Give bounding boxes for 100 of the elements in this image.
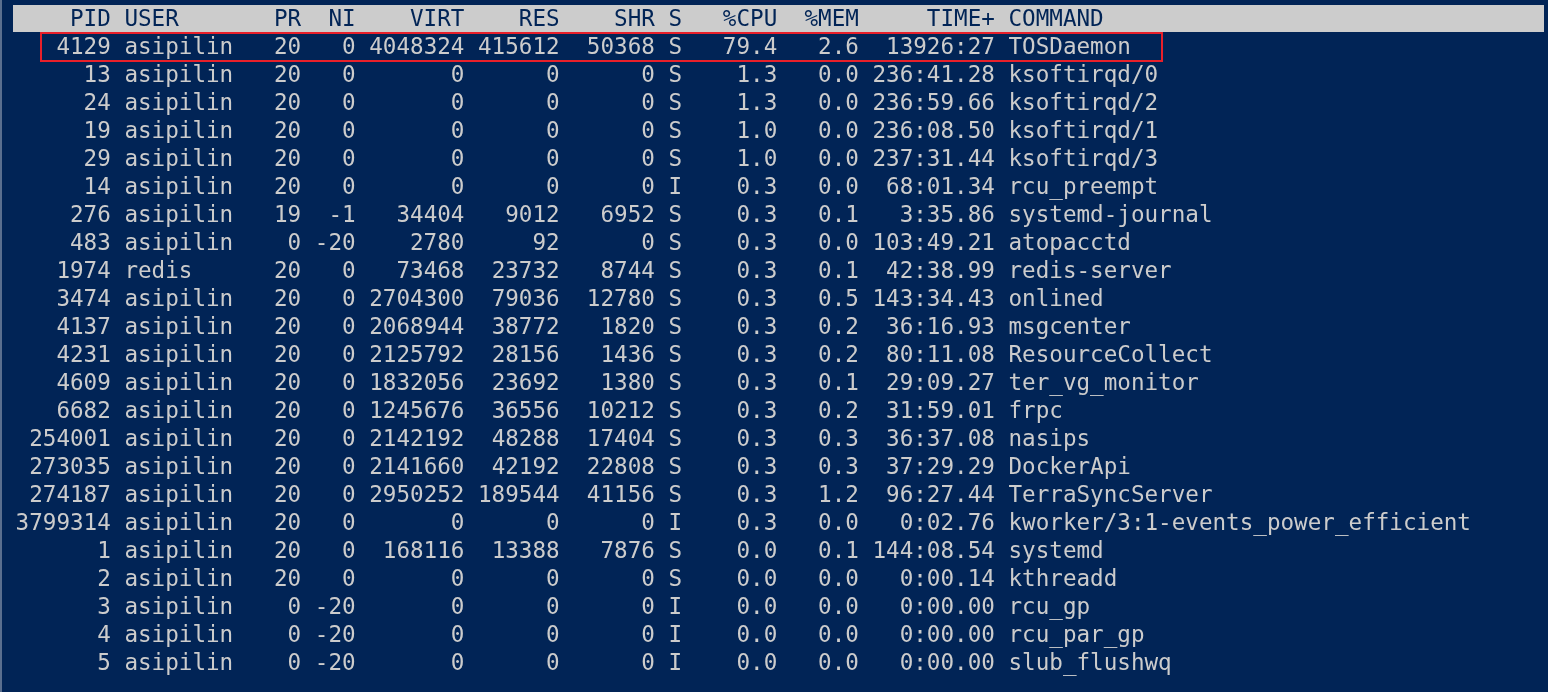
table-cell-text: 0 — [341, 480, 356, 508]
table-cell-text: 20 — [273, 144, 302, 172]
table-cell-text: 0 — [640, 592, 655, 620]
table-cell-text: 13388 — [490, 536, 560, 564]
table-cell-text: 14 — [82, 172, 111, 200]
table-cell-text: 103:49.21 — [871, 228, 995, 256]
table-cell-text: 1.0 — [735, 144, 778, 172]
table-cell-text: 36556 — [490, 396, 560, 424]
table-cell-text: asipilin — [123, 284, 235, 312]
column-header: USER — [123, 5, 180, 32]
table-cell-text: 0.0 — [817, 648, 859, 676]
table-cell-text: 23732 — [490, 256, 560, 284]
table-cell-text: I — [667, 508, 684, 536]
table-cell-text: 0 — [449, 88, 465, 116]
table-cell-text: rcu_gp — [1007, 592, 1091, 620]
table-cell-text: asipilin — [123, 452, 235, 480]
table-cell-text: 0.0 — [735, 648, 778, 676]
table-cell-text: S — [667, 116, 684, 144]
table-cell-text: 0 — [545, 564, 560, 592]
table-cell-text: 2950252 — [368, 480, 465, 508]
table-cell-text: I — [667, 620, 684, 648]
table-cell-text: 0 — [545, 144, 560, 172]
table-cell-text: 0.0 — [817, 228, 859, 256]
table-cell-text: 79036 — [490, 284, 560, 312]
table-cell-text: asipilin — [123, 144, 235, 172]
table-cell-text: 0 — [640, 620, 655, 648]
table-cell-text: ResourceCollect — [1007, 340, 1213, 368]
table-cell-text: asipilin — [123, 536, 235, 564]
table-cell-text: 68:01.34 — [885, 172, 995, 200]
table-cell-text: -20 — [313, 228, 356, 256]
table-cell-text: 79.4 — [721, 32, 778, 60]
table-cell-text: ksoftirqd/1 — [1007, 116, 1159, 144]
table-cell-text: 0 — [449, 172, 465, 200]
table-cell-text: -1 — [327, 200, 356, 228]
table-cell-text: 3799314 — [14, 508, 111, 536]
table-cell-text: S — [667, 564, 684, 592]
table-cell-text: 4609 — [55, 368, 111, 396]
table-cell-text: 0 — [341, 396, 356, 424]
table-cell-text: I — [667, 172, 684, 200]
column-header: COMMAND — [1007, 5, 1104, 32]
table-cell-text: 7876 — [599, 536, 655, 564]
table-cell-text: 0 — [640, 508, 655, 536]
table-cell-text: onlined — [1007, 284, 1104, 312]
table-cell-text: 20 — [273, 256, 302, 284]
table-cell-text: 1.3 — [735, 60, 778, 88]
table-cell-text: 0:00.00 — [898, 620, 995, 648]
table-cell-text: S — [667, 480, 684, 508]
table-cell-text: -20 — [313, 648, 356, 676]
table-cell-text: 20 — [273, 60, 302, 88]
table-cell-text: 0 — [640, 228, 655, 256]
table-cell-text: I — [667, 648, 684, 676]
table-cell-text: asipilin — [123, 228, 235, 256]
table-cell-text: 0 — [545, 88, 560, 116]
column-header: %MEM — [803, 5, 859, 32]
table-cell-text: 0.0 — [735, 592, 778, 620]
table-cell-text: 0.3 — [735, 396, 778, 424]
table-cell-text: 0 — [449, 508, 465, 536]
table-cell-text: 23692 — [490, 368, 560, 396]
table-cell-text: S — [667, 396, 684, 424]
table-cell-text: 0.3 — [817, 452, 859, 480]
table-cell-text: 0.3 — [735, 172, 778, 200]
table-cell-text: 189544 — [477, 480, 560, 508]
table-cell-text: redis — [123, 256, 194, 284]
column-header: S — [667, 5, 684, 32]
table-cell-text: 0 — [341, 172, 356, 200]
table-cell-text: 42192 — [490, 452, 560, 480]
table-cell-text: S — [667, 60, 684, 88]
table-cell-text: asipilin — [123, 312, 235, 340]
table-cell-text: 415612 — [477, 32, 560, 60]
table-cell-text: 20 — [273, 368, 302, 396]
table-cell-text: 483 — [69, 228, 111, 256]
table-cell-text: 0 — [449, 592, 465, 620]
table-cell-text: asipilin — [123, 424, 235, 452]
table-cell-text: S — [667, 424, 684, 452]
table-cell-text: 0.3 — [817, 424, 859, 452]
table-cell-text: 2.6 — [817, 32, 859, 60]
table-cell-text: 12780 — [585, 284, 655, 312]
table-cell-text: S — [667, 340, 684, 368]
table-cell-text: 0 — [545, 116, 560, 144]
table-cell-text: 0 — [341, 256, 356, 284]
table-cell-text: asipilin — [123, 368, 235, 396]
table-cell-text: 80:11.08 — [885, 340, 995, 368]
column-header: SHR — [613, 5, 655, 32]
table-cell-text: 10212 — [585, 396, 655, 424]
table-cell-text: asipilin — [123, 172, 235, 200]
table-cell-text: 0 — [545, 172, 560, 200]
table-cell-text: 0 — [449, 648, 465, 676]
table-cell-text: 0 — [341, 536, 356, 564]
column-header: PR — [273, 5, 302, 32]
table-cell-text: 274187 — [28, 480, 111, 508]
table-cell-text: asipilin — [123, 200, 235, 228]
table-cell-text: 20 — [273, 564, 302, 592]
table-cell-text: S — [667, 368, 684, 396]
table-cell-text: slub_flushwq — [1007, 648, 1172, 676]
table-cell-text: 2704300 — [368, 284, 465, 312]
table-cell-text: 236:08.50 — [871, 116, 995, 144]
table-cell-text: rcu_preempt — [1007, 172, 1159, 200]
column-header: VIRT — [409, 5, 465, 32]
table-cell-text: 0.3 — [735, 312, 778, 340]
table-cell-text: 0.0 — [817, 144, 859, 172]
